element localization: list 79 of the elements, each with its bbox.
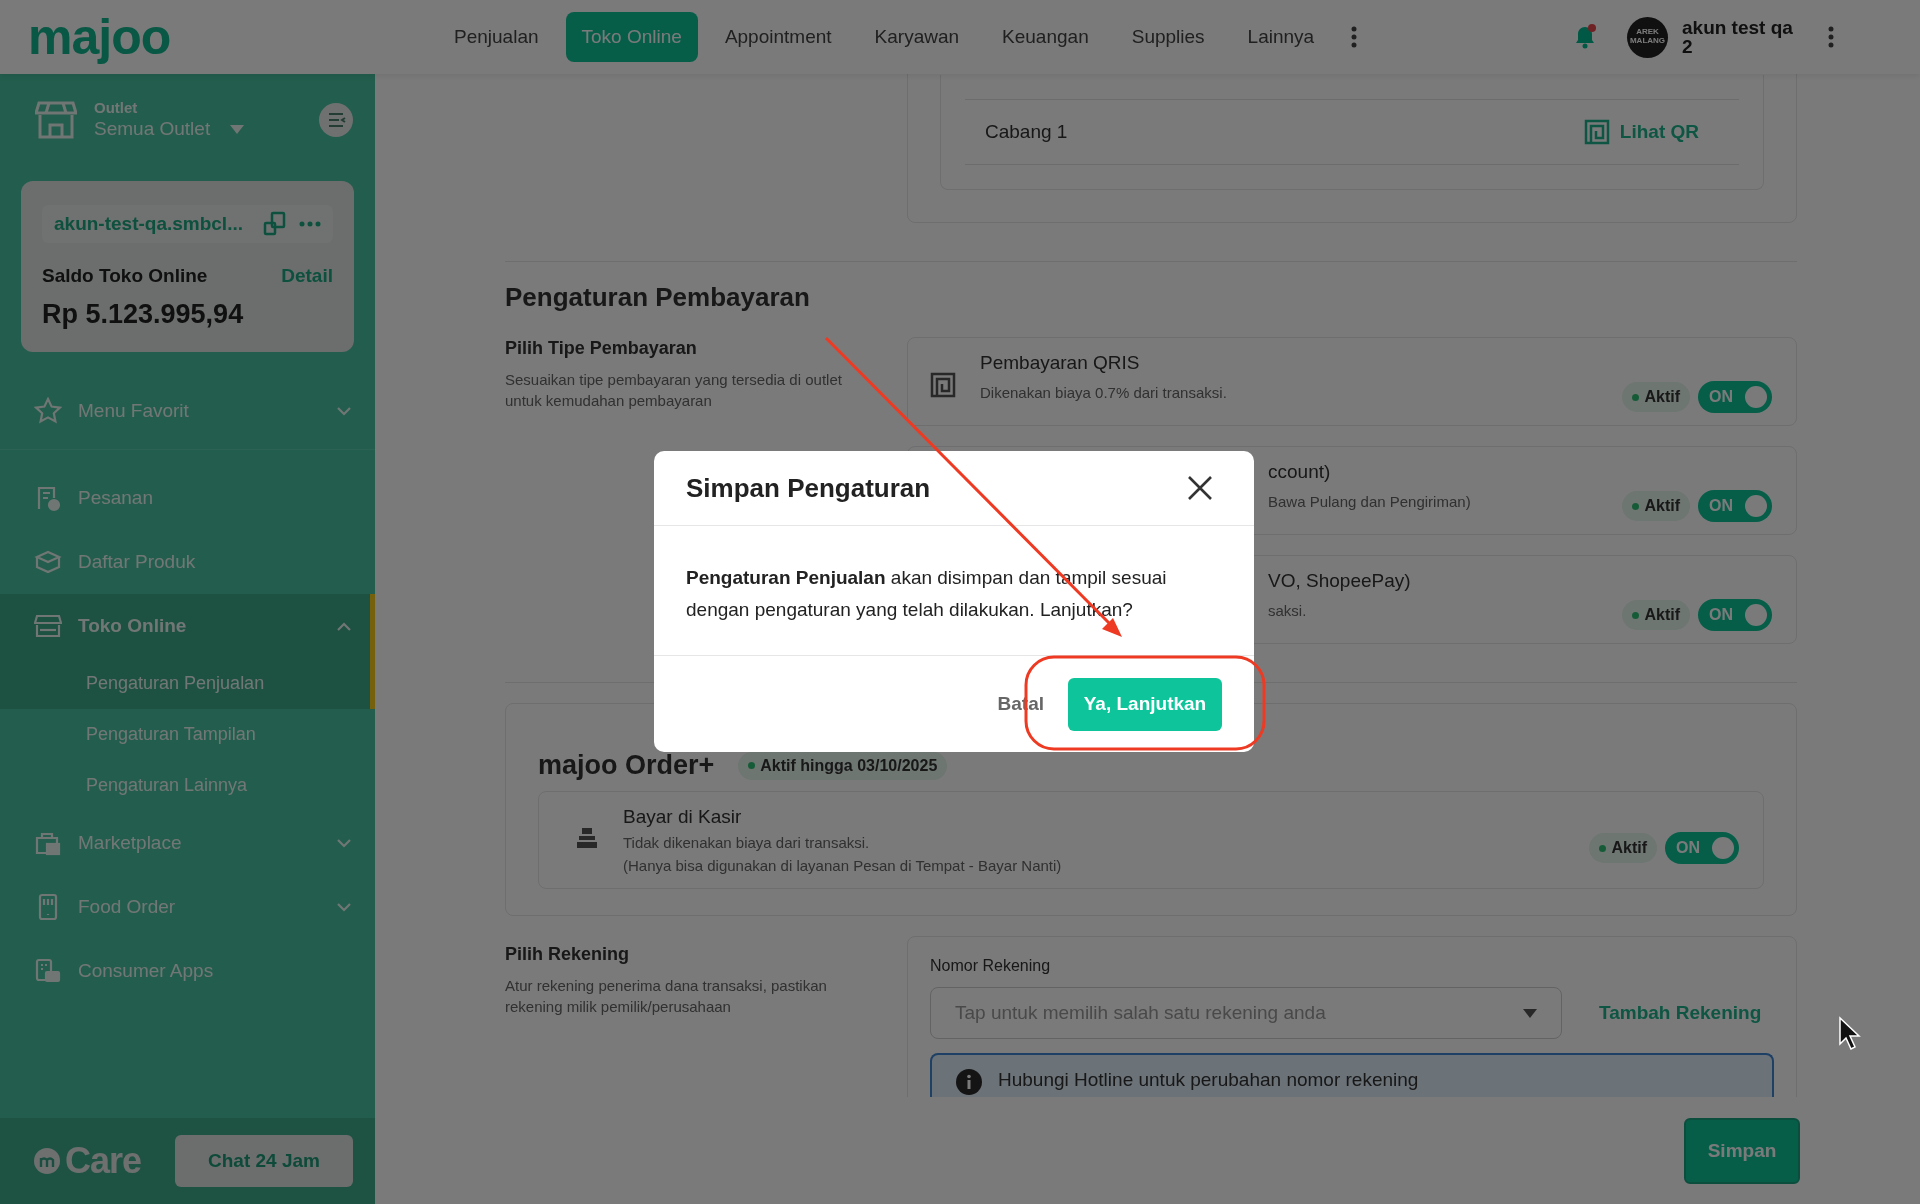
info-icon [956,1069,982,1095]
copy-icon[interactable] [263,211,287,237]
dialog-title: Simpan Pengaturan [686,472,931,504]
notification-bell-icon[interactable] [1573,24,1597,50]
star-icon [34,397,62,425]
menu-item[interactable]: Marketplace [0,811,375,875]
method-title: ccount) [1268,461,1332,483]
method-title: Pembayaran QRIS [980,352,1141,374]
outlet-label: Outlet [94,99,139,116]
subsection-description: Sesuaikan tipe pembayaran yang tersedia di outlet untuk kemudahan pembayaran [505,370,843,411]
balance-label: Saldo Toko Online [42,265,208,287]
menu-item[interactable]: Pesanan [0,466,375,530]
menu-item[interactable]: Consumer Apps [0,939,375,1003]
status-badge: Aktif [1622,382,1690,412]
nav-tab[interactable]: Keuangan [986,12,1105,62]
outlet-name: Cabang 1 [985,121,1068,143]
view-qr-link[interactable]: Lihat QR [1583,119,1719,145]
toggle-switch[interactable]: ON [1665,832,1739,864]
caret-icon[interactable] [1523,1008,1537,1018]
submenu-item[interactable]: Pengaturan Penjualan [0,658,375,709]
collapse-menu-icon[interactable] [319,102,353,137]
add-account-link[interactable]: Tambah Rekening [1599,1002,1762,1024]
logo[interactable]: majoo [28,8,438,66]
method-description: saksi. [1268,602,1308,619]
more-icon[interactable] [1828,26,1834,48]
nav-tab[interactable]: Toko Online [565,12,698,62]
storefront-icon [34,612,62,640]
info-text: Hubungi Hotline untuk perubahan nomor rekening [998,1069,1419,1091]
toggle-switch[interactable]: ON [1698,490,1772,522]
cursor-icon [1839,1016,1861,1050]
field-label: Nomor Rekening [930,957,1051,974]
card-title: majoo Order+ [538,750,715,781]
toggle-switch[interactable]: ON [1698,599,1772,631]
qr-icon [1583,119,1610,145]
cashier-icon [575,826,599,850]
close-icon[interactable] [1187,475,1213,501]
status-badge: Aktif [1622,491,1690,521]
nav-tab[interactable]: Karyawan [858,12,976,62]
confirm-button[interactable]: Ya, Lanjutkan [1068,677,1222,731]
nav-tab[interactable]: Lainnya [1231,12,1331,62]
more-icon[interactable] [1351,26,1358,48]
avatar[interactable]: AREK MALANG [1627,16,1668,58]
subsection-title: Pilih Rekening [505,944,631,965]
subsection-description: Atur rekening penerima dana transaksi, pastikan rekening milik pemilik/perusahaan [505,976,828,1017]
nav-tab[interactable]: Supplies [1115,12,1221,62]
method-title: Bayar di Kasir [623,806,743,828]
method-description: Tidak dikenakan biaya dari transaksi. [623,834,871,851]
nav-tab[interactable]: Appointment [708,12,848,62]
method-note: (Hanya bisa digunakan di layanan Pesan di Tempat - Bayar Nanti) [623,857,1063,874]
nav-tab[interactable]: Penjualan [438,12,555,62]
menu-item[interactable]: Daftar Produk [0,530,375,594]
apps-icon [34,957,62,985]
box-icon [34,548,62,576]
outlet-selector[interactable]: Semua Outlet [94,118,211,140]
method-title: VO, ShopeePay) [1268,570,1412,592]
method-description: Bawa Pulang dan Pengiriman) [1268,493,1472,510]
submenu-item[interactable]: Pengaturan Lainnya [0,760,375,811]
detail-link[interactable]: Detail [281,265,333,287]
menu-item[interactable]: Toko Online [0,594,375,658]
method-description: Dikenakan biaya 0.7% dari transaksi. [980,384,1228,401]
care-logo-icon [33,1147,61,1175]
menu-item[interactable]: Menu Favorit [0,379,375,443]
care-logo: Care [65,1140,142,1182]
more-icon[interactable] [299,221,321,227]
submenu-item[interactable]: Pengaturan Tampilan [0,709,375,760]
chat-button[interactable]: Chat 24 Jam [175,1135,353,1187]
caret-icon[interactable] [230,124,245,134]
qr-icon [930,372,956,398]
balance-amount: Rp 5.123.995,94 [42,299,245,330]
menu-item[interactable]: Food Order [0,875,375,939]
section-title: Pengaturan Pembayaran [505,282,811,313]
status-badge: Aktif [1589,833,1657,863]
status-badge: Aktif hingga 03/10/2025 [738,751,948,780]
toggle-switch[interactable]: ON [1698,381,1772,413]
user-name[interactable]: akun test qa 2 [1682,18,1802,56]
subsection-title: Pilih Tipe Pembayaran [505,338,698,359]
status-badge: Aktif [1622,600,1690,630]
store-link[interactable]: akun-test-qa.smbcl... [54,213,243,235]
save-button[interactable]: Simpan [1684,1117,1800,1184]
